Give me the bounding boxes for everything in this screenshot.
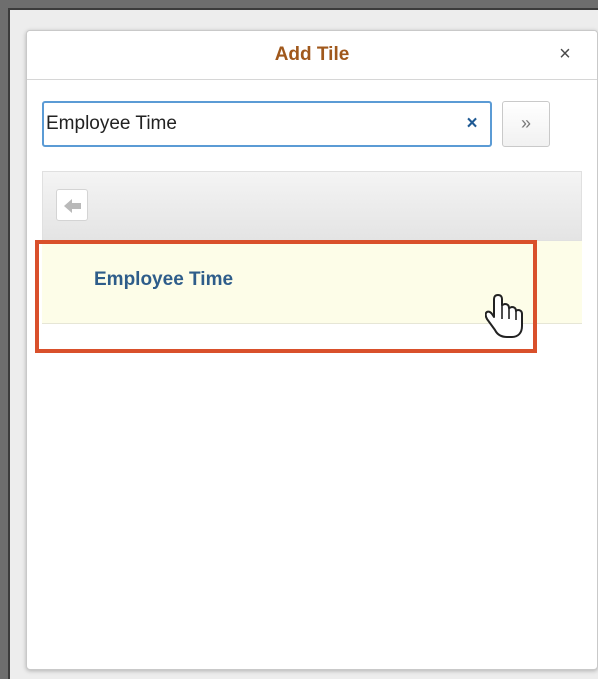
close-button[interactable]: × [553,42,577,66]
dialog-header: Add Tile × [27,31,597,80]
hand-pointer-icon [485,294,523,338]
search-input[interactable] [46,112,456,136]
back-arrow-icon [64,199,81,213]
clear-search-icon[interactable]: × [462,113,482,135]
back-button[interactable] [56,189,88,221]
close-icon: × [559,43,571,65]
results-toolbar [42,171,582,241]
dialog-title: Add Tile [274,44,350,65]
search-go-button[interactable]: » [502,101,550,147]
result-item-label: Employee Time [94,269,234,290]
search-field[interactable]: × [42,101,492,147]
